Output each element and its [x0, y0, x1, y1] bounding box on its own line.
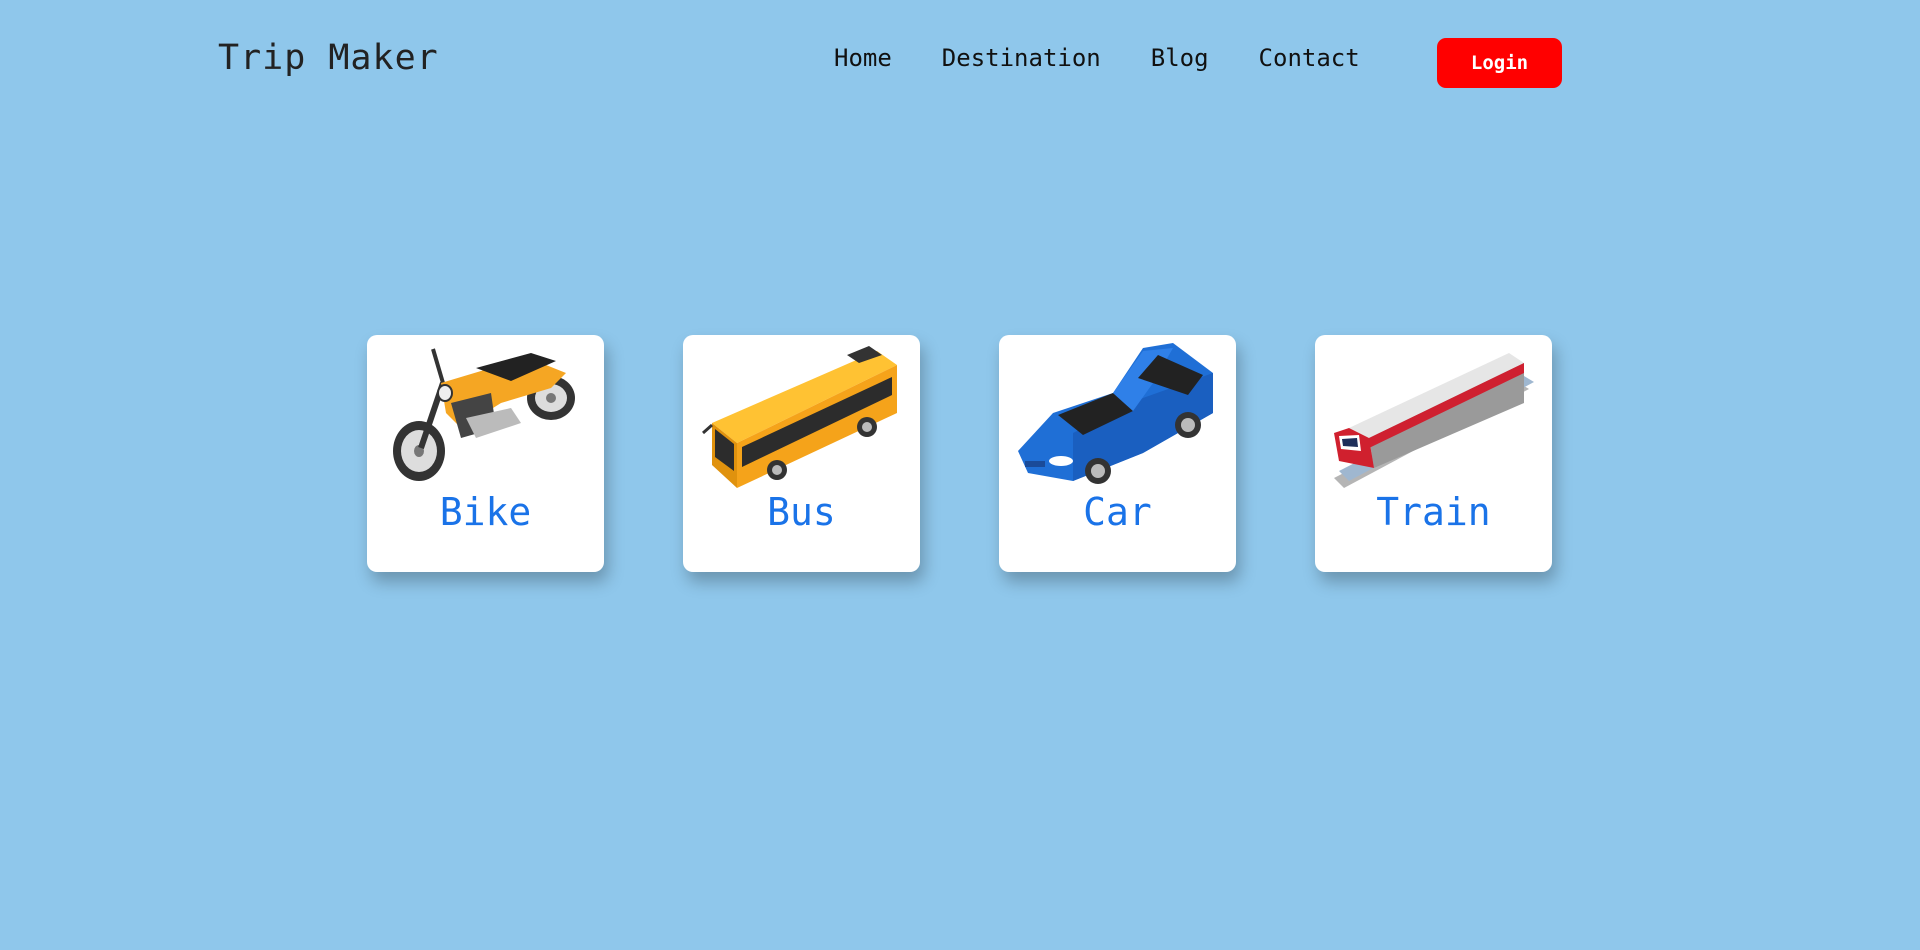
- bus-icon: [702, 346, 897, 488]
- card-label-train: Train: [1376, 490, 1491, 534]
- vehicle-cards: Bike Bus Car Train: [367, 335, 1552, 572]
- card-bike[interactable]: Bike: [367, 335, 604, 572]
- header: Trip Maker Home Destination Blog Contact…: [0, 0, 1920, 125]
- train-icon: [1334, 353, 1534, 488]
- site-logo[interactable]: Trip Maker: [218, 38, 439, 78]
- nav-contact-link[interactable]: Contact: [1259, 44, 1360, 72]
- card-label-bike: Bike: [439, 490, 532, 534]
- card-label-car: Car: [1083, 490, 1152, 534]
- card-label-bus: Bus: [767, 490, 836, 534]
- card-car[interactable]: Car: [999, 335, 1236, 572]
- motorcycle-icon: [393, 348, 575, 481]
- card-train[interactable]: Train: [1315, 335, 1552, 572]
- car-icon: [1018, 343, 1213, 484]
- card-bus[interactable]: Bus: [683, 335, 920, 572]
- login-button[interactable]: Login: [1437, 38, 1562, 88]
- nav-destination-link[interactable]: Destination: [942, 44, 1101, 72]
- nav-home-link[interactable]: Home: [834, 44, 892, 72]
- main-nav: Home Destination Blog Contact: [834, 44, 1410, 72]
- nav-blog-link[interactable]: Blog: [1151, 44, 1209, 72]
